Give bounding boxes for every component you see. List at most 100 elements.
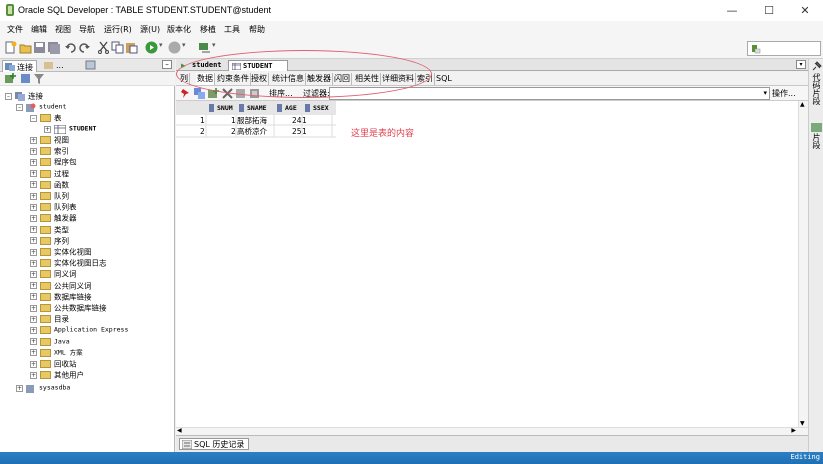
tree-node[interactable]: + 同义词 xyxy=(30,268,77,279)
delete-row-icon[interactable] xyxy=(222,88,233,99)
stop-dropdown-icon[interactable]: ▾ xyxy=(182,41,195,54)
expand-icon[interactable]: + xyxy=(30,147,37,155)
menu-tools[interactable]: 工具 xyxy=(224,24,240,35)
tree-node[interactable]: + 函数 xyxy=(30,179,69,190)
col-header-ssex[interactable]: SSEX xyxy=(302,103,332,113)
cell-ssex[interactable]: 1 xyxy=(302,115,307,126)
expand-icon[interactable]: + xyxy=(30,237,37,245)
menu-edit[interactable]: 编辑 xyxy=(31,24,47,35)
tree-connection-sysasdba[interactable]: + sysasdba xyxy=(16,382,70,393)
tab-snippets[interactable]: 代码片段 xyxy=(811,73,822,105)
expand-icon[interactable]: + xyxy=(30,371,37,379)
subtab-dependencies[interactable]: 相关性 xyxy=(354,73,381,85)
tree-node[interactable]: + 回收站 xyxy=(30,358,77,369)
subtab-sql[interactable]: SQL xyxy=(435,73,453,85)
expand-icon[interactable]: + xyxy=(30,270,37,278)
menu-versioning[interactable]: 版本化 xyxy=(167,24,191,35)
subtab-triggers[interactable]: 触发器 xyxy=(306,73,333,85)
undo-icon[interactable] xyxy=(64,41,77,54)
subtab-columns[interactable]: 列 xyxy=(179,73,190,85)
tab-connections[interactable]: 连接 xyxy=(2,60,37,72)
tree-node[interactable]: + 触发器 xyxy=(30,212,77,223)
cell-snum[interactable]: 1 xyxy=(231,115,236,126)
refresh-icon[interactable] xyxy=(20,73,31,84)
pin-icon[interactable] xyxy=(180,88,191,99)
tree-node[interactable]: + 序列 xyxy=(30,235,69,246)
tree-node[interactable]: + 队列表 xyxy=(30,201,77,212)
subtab-data[interactable]: 数据 xyxy=(196,73,215,85)
subtab-details[interactable]: 详细资料 xyxy=(381,73,416,85)
new-icon[interactable] xyxy=(4,41,17,54)
expand-icon[interactable]: + xyxy=(30,259,37,267)
tree-connection-student[interactable]: – student xyxy=(16,101,66,112)
menu-run[interactable]: 运行(R) xyxy=(104,24,132,35)
expand-icon[interactable]: + xyxy=(30,248,37,256)
expand-icon[interactable]: + xyxy=(30,304,37,312)
commit-icon[interactable] xyxy=(235,88,246,99)
cut-icon[interactable] xyxy=(97,41,110,54)
cell-sname[interactable]: 服部拓海 xyxy=(237,115,267,126)
insert-row-icon[interactable] xyxy=(208,88,219,99)
rollback-icon[interactable] xyxy=(249,88,260,99)
tree-node[interactable]: + 程序包 xyxy=(30,156,77,167)
expand-icon[interactable]: + xyxy=(30,226,37,234)
scroll-up-icon[interactable]: ▲ xyxy=(800,101,805,108)
sort-button[interactable]: 排序... xyxy=(269,88,293,99)
subtab-grants[interactable]: 授权 xyxy=(250,73,269,85)
tree-node[interactable]: + 目录 xyxy=(30,313,69,324)
minimize-button[interactable]: — xyxy=(714,0,750,21)
tab-fragments[interactable]: 片段 xyxy=(811,133,822,149)
subtab-flashback[interactable]: 闪回 xyxy=(333,73,352,85)
subtab-constraints[interactable]: 约束条件 xyxy=(216,73,251,85)
tree-node[interactable]: + 类型 xyxy=(30,224,69,235)
expand-icon[interactable]: + xyxy=(30,282,37,290)
open-icon[interactable] xyxy=(19,41,32,54)
redo-icon[interactable] xyxy=(78,41,91,54)
filter-input[interactable]: ▾ xyxy=(329,87,770,100)
migrate-dropdown-icon[interactable]: ▾ xyxy=(212,41,225,54)
menu-migration[interactable]: 移植 xyxy=(200,24,216,35)
scroll-left-icon[interactable]: ◀ xyxy=(177,427,182,434)
cell-ssex[interactable]: 1 xyxy=(302,126,307,137)
tree-node[interactable]: + 队列 xyxy=(30,190,69,201)
tree-node[interactable]: + 实体化视图 xyxy=(30,246,92,257)
filter-dropdown-icon[interactable]: ▾ xyxy=(763,88,767,99)
expand-icon[interactable]: + xyxy=(30,181,37,189)
maximize-button[interactable]: ☐ xyxy=(751,0,787,21)
scroll-right-icon[interactable]: ▶ xyxy=(791,427,796,434)
close-button[interactable]: ✕ xyxy=(787,0,823,21)
add-connection-icon[interactable] xyxy=(5,73,16,84)
expand-icon[interactable]: + xyxy=(30,158,37,166)
expand-icon[interactable]: + xyxy=(30,214,37,222)
minimize-pane-button[interactable]: – xyxy=(162,60,172,69)
expand-icon[interactable]: + xyxy=(30,315,37,323)
scroll-down-icon[interactable]: ▼ xyxy=(800,420,805,427)
tab-reports[interactable]: ... xyxy=(42,60,67,72)
horizontal-scrollbar[interactable]: ◀ ▶ xyxy=(176,427,808,435)
expand-icon[interactable]: + xyxy=(30,360,37,368)
refresh-data-icon[interactable] xyxy=(194,88,205,99)
menu-help[interactable]: 帮助 xyxy=(249,24,265,35)
save-all-icon[interactable] xyxy=(47,41,60,54)
tab-student-sql[interactable]: ▶ student xyxy=(178,60,225,71)
tree-node[interactable]: + 索引 xyxy=(30,145,69,156)
expand-icon[interactable]: + xyxy=(30,170,37,178)
menu-source[interactable]: 源(U) xyxy=(140,24,160,35)
stop-icon[interactable] xyxy=(168,41,181,54)
expand-icon[interactable]: + xyxy=(30,192,37,200)
search-input[interactable] xyxy=(747,41,821,56)
tree-node[interactable]: + Java xyxy=(30,336,70,347)
expand-icon[interactable]: + xyxy=(30,326,37,334)
expand-icon[interactable]: + xyxy=(30,349,37,357)
copy-icon[interactable] xyxy=(111,41,124,54)
col-header-sname[interactable]: SNAME xyxy=(236,103,274,113)
subtab-statistics[interactable]: 统计信息 xyxy=(271,73,306,85)
subtab-indexes[interactable]: 索引 xyxy=(416,73,435,85)
expand-icon[interactable]: + xyxy=(30,293,37,301)
expand-icon[interactable]: + xyxy=(30,203,37,211)
expand-icon[interactable]: + xyxy=(30,338,37,346)
tree-tables[interactable]: – 表 xyxy=(30,112,62,123)
menu-file[interactable]: 文件 xyxy=(7,24,23,35)
migrate-icon[interactable] xyxy=(198,41,211,54)
tab-student-table[interactable]: STUDENT xyxy=(228,60,288,71)
